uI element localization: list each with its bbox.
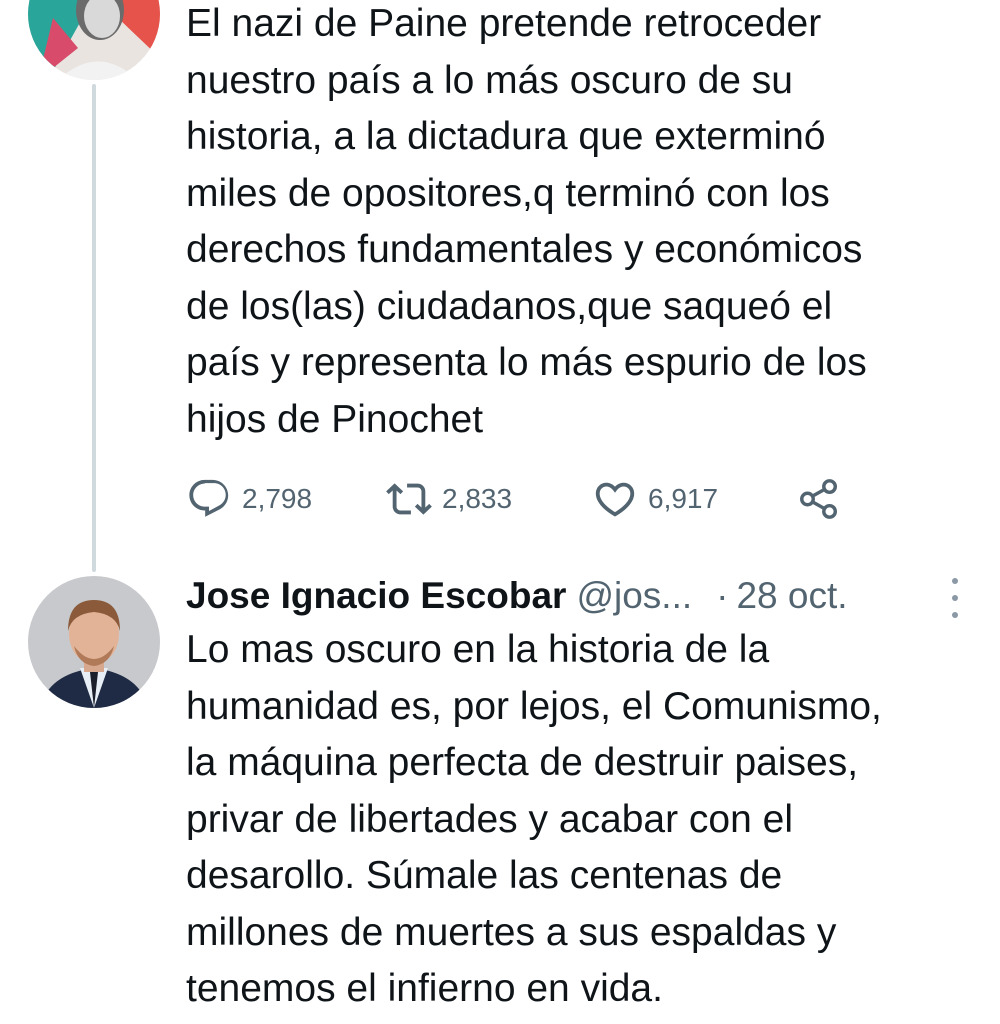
reply-icon	[189, 479, 229, 517]
tweet-date[interactable]: 28 oct.	[736, 575, 847, 617]
share-icon	[800, 479, 838, 519]
reply-button[interactable]: 2,798	[186, 476, 386, 522]
user-avatar-icon	[28, 576, 160, 708]
tweet1-action-bar: 2,798 2,833 6,917	[186, 474, 842, 524]
tweet1-avatar[interactable]	[28, 0, 160, 80]
tweet2-avatar[interactable]	[28, 576, 160, 708]
retweet-count: 2,833	[442, 483, 513, 514]
author-name[interactable]: Jose Ignacio Escobar	[186, 575, 566, 617]
retweet-button[interactable]: 2,833	[386, 476, 592, 522]
like-count: 6,917	[648, 483, 719, 514]
tweet2-text: Lo mas oscuro en la historia de la human…	[186, 628, 882, 1010]
thread-connector-line	[92, 84, 96, 572]
like-icon	[595, 482, 635, 517]
tweet2-header: Jose Ignacio Escobar @jos... · 28 oct.	[186, 568, 986, 624]
header-separator: ·	[716, 575, 729, 616]
reply-count: 2,798	[242, 483, 313, 514]
author-handle[interactable]: @jos...	[576, 575, 692, 617]
more-dot-icon	[952, 612, 958, 618]
more-dot-icon	[952, 578, 958, 584]
like-button[interactable]: 6,917	[592, 476, 796, 522]
more-options-button[interactable]	[944, 578, 966, 618]
user-avatar-icon	[28, 0, 160, 80]
share-button[interactable]	[796, 476, 842, 522]
retweet-icon	[386, 483, 432, 515]
tweet1-text: El nazi de Paine pretende retroceder nue…	[186, 2, 867, 441]
more-dot-icon	[952, 595, 958, 601]
